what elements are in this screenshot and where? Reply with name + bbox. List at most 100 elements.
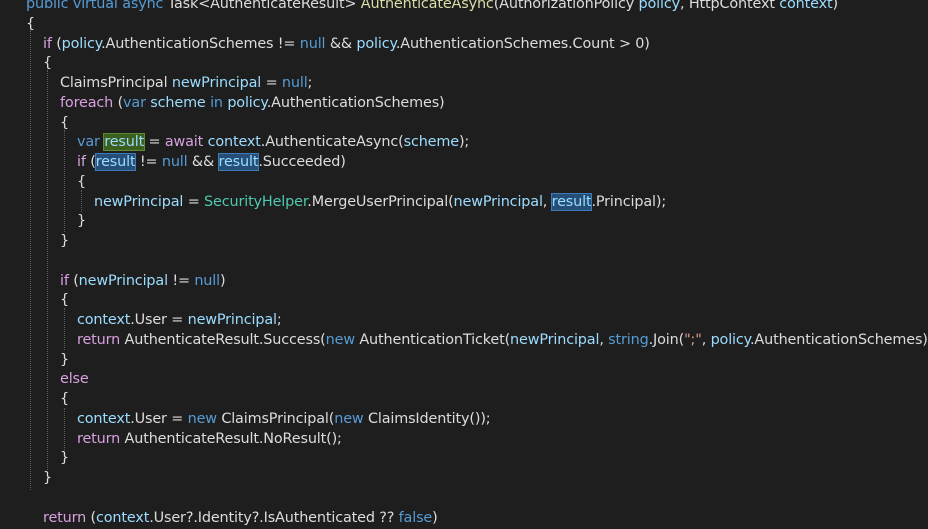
code-token: ( (68, 272, 79, 289)
indent-guide (64, 408, 65, 450)
code-token: ); (458, 134, 470, 151)
code-token: = (261, 75, 282, 91)
code-line[interactable]: newPrincipal = SecurityHelper.MergeUserP… (94, 192, 666, 212)
indent-guide (47, 70, 48, 470)
code-token: { (43, 55, 53, 72)
code-token: null (299, 35, 326, 52)
code-token: AuthenticateAsync (360, 0, 494, 12)
code-token: Task<AuthenticateResult> (167, 0, 361, 12)
code-token: ( (113, 94, 124, 111)
code-token: null (161, 154, 188, 170)
code-token: } (77, 213, 87, 230)
code-line[interactable]: ClaimsPrincipal newPrincipal = null; (60, 73, 312, 93)
code-token: { (60, 292, 70, 309)
code-token: ) (832, 0, 838, 12)
code-token: .User = (130, 312, 188, 328)
code-token: newPrincipal (94, 193, 184, 210)
code-token: public virtual async (26, 0, 168, 12)
code-token: policy (710, 331, 751, 348)
code-token: .User = (130, 410, 188, 427)
code-token: .User?.Identity?.IsAuthenticated ?? (149, 509, 399, 526)
code-token: newPrincipal (78, 272, 168, 289)
code-token: AuthenticateResult.Success( (120, 331, 326, 348)
code-token: .AuthenticationSchemes != (101, 35, 300, 52)
code-token: { (60, 391, 70, 407)
highlighted-symbol: result (550, 192, 593, 211)
code-token: != (135, 154, 162, 170)
code-token: && (325, 35, 357, 52)
code-line[interactable]: if (newPrincipal != null) (60, 271, 226, 291)
code-token: var (77, 134, 100, 151)
highlighted-symbol: result (103, 133, 146, 152)
code-line[interactable]: if (result != null && result.Succeeded) (77, 152, 346, 172)
code-token: null (281, 75, 308, 91)
code-token: if (60, 272, 69, 289)
indent-guide (64, 308, 65, 350)
code-token: } (60, 233, 70, 249)
code-token: context (96, 509, 150, 526)
code-token: SecurityHelper (204, 193, 308, 210)
code-token: null (194, 272, 220, 289)
code-line[interactable]: context.User = newPrincipal; (77, 310, 282, 330)
code-token: return (77, 331, 121, 348)
code-token: await (164, 134, 204, 151)
code-line[interactable]: return (context.User?.Identity?.IsAuthen… (43, 508, 438, 528)
code-token: newPrincipal (453, 193, 543, 210)
code-line[interactable]: } (60, 448, 69, 468)
code-line[interactable]: { (60, 389, 69, 409)
code-line[interactable]: } (60, 350, 69, 370)
code-line[interactable]: return AuthenticateResult.NoResult(); (77, 429, 342, 449)
code-token: ClaimsPrincipal( (216, 410, 335, 427)
code-token: ; (307, 75, 313, 91)
code-line[interactable]: context.User = new ClaimsPrincipal(new C… (77, 409, 491, 429)
code-token: scheme (150, 94, 206, 111)
code-token: ) (219, 272, 226, 289)
code-line[interactable]: var result = await context.AuthenticateA… (77, 132, 469, 152)
code-token: ClaimsIdentity()); (363, 410, 491, 427)
code-token: .Principal); (591, 193, 667, 210)
code-token: return (77, 430, 121, 447)
code-line[interactable]: { (77, 172, 86, 192)
code-token: policy (61, 35, 102, 52)
code-token: var (123, 94, 146, 111)
code-token: ; (276, 312, 282, 328)
code-token: false (398, 509, 433, 526)
code-token: } (60, 351, 70, 368)
code-token: scheme (403, 134, 460, 151)
code-token: if (43, 35, 52, 52)
code-token: , (542, 193, 552, 210)
code-line[interactable]: } (77, 211, 86, 231)
code-token: .AuthenticationSchemes))); (749, 331, 928, 348)
code-token: .AuthenticateAsync( (260, 134, 404, 151)
code-line[interactable]: if (policy.AuthenticationSchemes != null… (43, 34, 650, 54)
code-line[interactable]: public virtual async Task<AuthenticateRe… (26, 0, 838, 14)
code-token: != (167, 272, 195, 289)
code-token: policy (638, 0, 681, 12)
code-token: in (205, 94, 228, 111)
code-token: new (334, 410, 364, 427)
code-token: = (144, 134, 165, 151)
highlighted-symbol: result (94, 153, 137, 171)
code-line[interactable]: } (60, 231, 69, 251)
code-token: ";" (684, 331, 702, 348)
code-line[interactable]: else (60, 369, 89, 389)
indent-guide (30, 30, 31, 490)
code-token: context (779, 0, 833, 12)
code-token: policy (227, 94, 267, 111)
code-token: { (77, 173, 87, 190)
code-line[interactable]: foreach (var scheme in policy.Authentica… (60, 93, 445, 113)
code-token: if (77, 154, 86, 170)
code-token: , HttpContext (680, 0, 780, 12)
code-token: newPrincipal (510, 331, 600, 348)
code-token: ( (85, 154, 96, 170)
code-token: .AuthenticationSchemes.Count > 0) (395, 35, 650, 52)
code-token: ( (86, 509, 97, 526)
code-editor[interactable]: public virtual async Task<AuthenticateRe… (0, 0, 928, 529)
code-token: } (43, 470, 53, 486)
code-token: new (325, 331, 355, 348)
code-line[interactable]: } (43, 468, 52, 488)
code-line[interactable]: return AuthenticateResult.Success(new Au… (77, 330, 928, 350)
code-token: } (60, 450, 70, 467)
code-token: newPrincipal (171, 75, 262, 91)
code-token: return (43, 509, 87, 526)
